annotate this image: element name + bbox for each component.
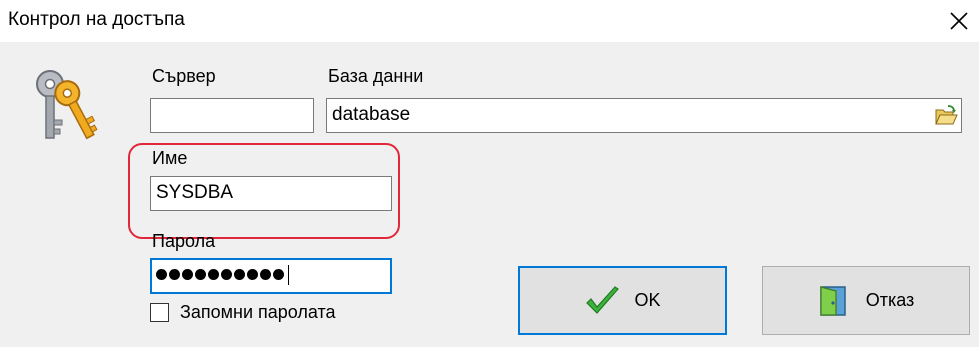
name-highlight: [128, 143, 400, 239]
door-exit-icon: [819, 285, 846, 316]
database-input[interactable]: database: [326, 98, 962, 133]
password-dot: [208, 269, 219, 281]
browse-button[interactable]: [934, 104, 958, 128]
close-button[interactable]: [942, 4, 976, 38]
ok-button[interactable]: OK: [518, 266, 727, 335]
password-label: Парола: [152, 231, 216, 251]
password-dot: [234, 269, 245, 281]
database-label: База данни: [328, 66, 424, 86]
folder-open-icon: [935, 105, 958, 125]
password-dot: [273, 269, 284, 281]
ok-button-label: OK: [634, 290, 661, 310]
cancel-button-label: Отказ: [865, 290, 915, 310]
checkmark-icon: [586, 285, 620, 314]
cancel-button[interactable]: Отказ: [762, 266, 970, 335]
password-dot: [169, 269, 180, 281]
server-input[interactable]: [150, 98, 314, 133]
password-dot: [221, 269, 232, 281]
password-dot: [182, 269, 193, 281]
remember-password-label: Запомни паролата: [180, 302, 336, 322]
text-caret: [288, 264, 289, 285]
password-dot: [260, 269, 271, 281]
password-input[interactable]: [150, 258, 392, 294]
keys-icon: [36, 70, 98, 140]
password-dot: [195, 269, 206, 281]
password-dot: [156, 269, 167, 281]
title-bar: Контрол на достъпа: [0, 0, 979, 42]
window-title: Контрол на достъпа: [8, 9, 185, 30]
close-icon: [950, 12, 968, 30]
server-label: Сървер: [152, 66, 216, 86]
remember-password-checkbox[interactable]: [150, 303, 169, 322]
password-mask: [156, 264, 286, 285]
password-dot: [247, 269, 258, 281]
